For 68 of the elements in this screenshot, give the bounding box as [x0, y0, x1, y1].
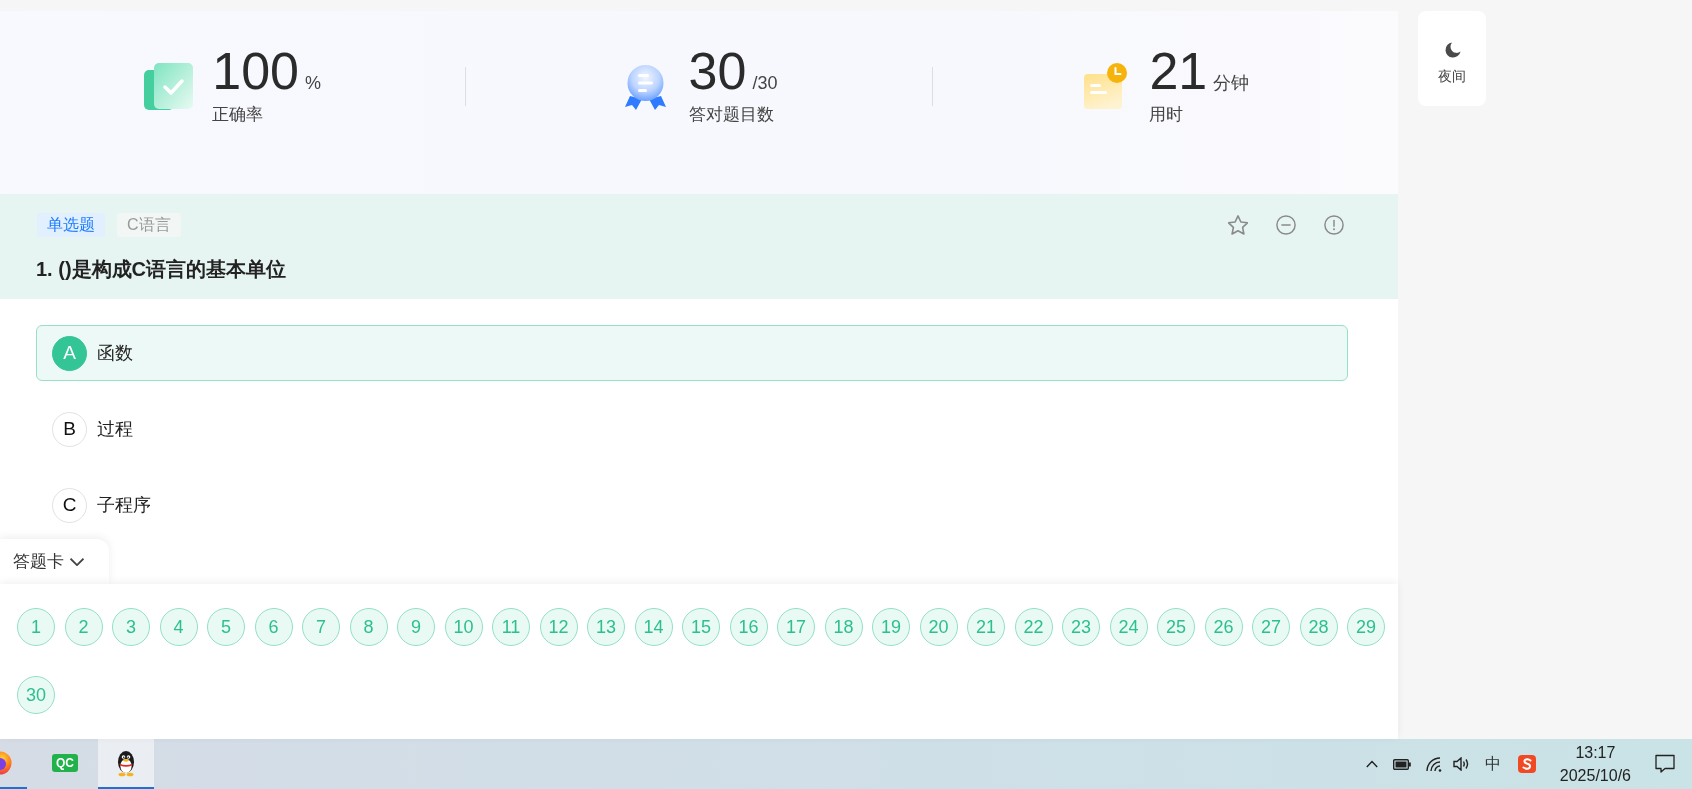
question-number[interactable]: 20	[919, 608, 958, 646]
question-number[interactable]: 14	[634, 608, 673, 646]
question-number[interactable]: 6	[254, 608, 293, 646]
taskbar-app-button[interactable]	[98, 739, 154, 789]
answer-option[interactable]: C 子程序	[36, 477, 1348, 533]
stat-unit: %	[305, 73, 322, 94]
stat-value: 30	[688, 45, 747, 97]
question-number[interactable]: 9	[397, 608, 435, 646]
question-number[interactable]: 2	[64, 608, 103, 646]
stat-value: 100	[212, 45, 300, 97]
question-title: 1. ()是构成C语言的基本单位	[36, 257, 287, 282]
battery-icon[interactable]	[1393, 758, 1412, 770]
stat-value: 21	[1149, 45, 1208, 97]
chevron-up-icon[interactable]	[1366, 760, 1379, 768]
question-number[interactable]: 15	[682, 608, 720, 646]
question-number[interactable]: 3	[112, 608, 150, 646]
check-card-icon	[144, 61, 194, 111]
question-number[interactable]: 26	[1204, 608, 1243, 646]
question-number[interactable]: 10	[444, 608, 483, 646]
stat-unit: 分钟	[1213, 72, 1250, 95]
question-number[interactable]: 8	[349, 608, 388, 646]
option-letter: B	[52, 411, 87, 447]
question-number[interactable]: 24	[1109, 608, 1148, 646]
app-icon	[0, 751, 12, 775]
question-number[interactable]: 11	[492, 608, 530, 646]
question-number[interactable]: 19	[872, 608, 910, 646]
option-letter: A	[52, 335, 87, 371]
taskbar-time: 13:17	[1575, 743, 1616, 763]
question-number[interactable]: 5	[207, 608, 245, 646]
taskbar-app-button[interactable]: QC	[37, 739, 93, 789]
alert-icon[interactable]	[1324, 215, 1344, 235]
answer-option[interactable]: A 函数	[36, 325, 1348, 381]
question-number[interactable]: 25	[1157, 608, 1195, 646]
star-icon[interactable]	[1228, 215, 1248, 235]
question-number[interactable]: 4	[159, 608, 198, 646]
question-number[interactable]: 30	[17, 676, 55, 714]
night-mode-button[interactable]: 夜间	[1418, 11, 1486, 106]
question-number[interactable]: 27	[1252, 608, 1290, 646]
question-number[interactable]: 28	[1299, 608, 1338, 646]
question-number[interactable]: 16	[729, 608, 768, 646]
stat-label: 用时	[1149, 104, 1185, 126]
chevron-down-icon	[70, 557, 84, 566]
subject-tag: C语言	[117, 213, 181, 237]
question-number[interactable]: 23	[1062, 608, 1100, 646]
answer-card-toggle[interactable]: 答题卡	[0, 539, 109, 584]
taskbar-date: 2025/10/6	[1559, 766, 1631, 786]
question-number[interactable]: 12	[539, 608, 578, 646]
speaker-icon[interactable]	[1452, 757, 1470, 771]
stat-unit: /30	[752, 73, 778, 94]
wifi-icon[interactable]	[1425, 756, 1443, 772]
minus-circle-icon[interactable]	[1276, 215, 1296, 235]
question-number[interactable]: 1	[17, 608, 55, 646]
input-method-icon[interactable]	[1517, 755, 1536, 773]
question-number[interactable]: 21	[967, 608, 1005, 646]
question-number[interactable]: 7	[302, 608, 340, 646]
moon-icon	[1443, 42, 1461, 59]
option-letter: C	[52, 487, 87, 523]
question-type-tag: 单选题	[37, 213, 105, 237]
answer-option[interactable]: B 过程	[36, 401, 1348, 457]
stat-label: 正确率	[212, 104, 265, 126]
question-number[interactable]: 13	[587, 608, 625, 646]
stat-label: 答对题目数	[688, 104, 775, 126]
question-number[interactable]: 29	[1347, 608, 1385, 646]
question-number[interactable]: 17	[777, 608, 815, 646]
question-number[interactable]: 18	[824, 608, 863, 646]
message-icon[interactable]	[1655, 754, 1675, 774]
question-number[interactable]: 22	[1014, 608, 1053, 646]
input-language-button[interactable]: 中	[1484, 753, 1501, 775]
